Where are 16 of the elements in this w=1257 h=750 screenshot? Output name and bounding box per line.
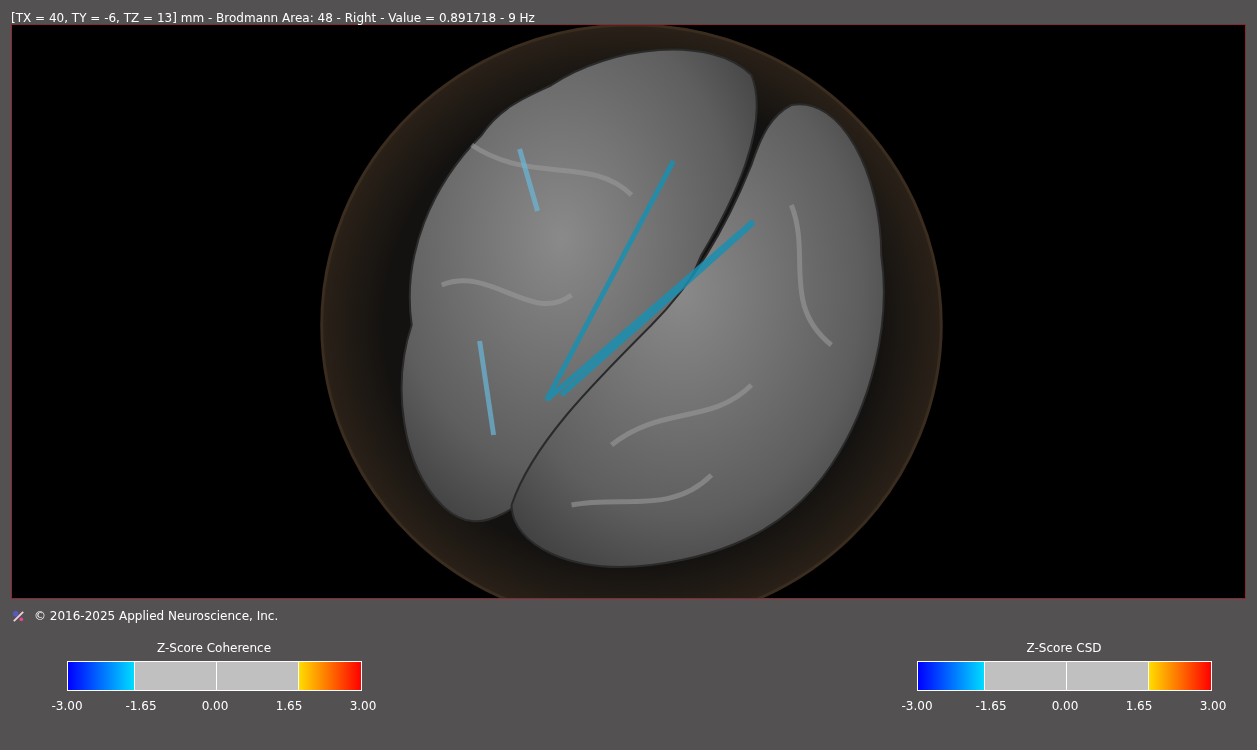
scale-tick-label: -1.65 (124, 699, 158, 713)
wand-icon (11, 608, 26, 624)
scale-tick-label: 1.65 (1124, 699, 1154, 713)
scale-tick-label: 3.00 (1198, 699, 1228, 713)
scale-tick-label: 3.00 (348, 699, 378, 713)
scale-tick-label: 1.65 (274, 699, 304, 713)
coordinate-readout: [TX = 40, TY = -6, TZ = 13] mm - Brodmann Area: 48 - Right - Value = 0.891718 - 9 Hz (10, 10, 536, 24)
3d-viewport[interactable] (11, 24, 1246, 599)
scale-tick-label: 0.00 (1050, 699, 1080, 713)
scale-tick-label: -1.65 (974, 699, 1008, 713)
scale-tick-label: -3.00 (50, 699, 84, 713)
copyright-text: © 2016-2025 Applied Neuroscience, Inc. (34, 609, 279, 623)
colorbar-title: Z-Score CSD (1026, 641, 1102, 657)
scale-tick-label: 0.00 (200, 699, 230, 713)
scale-tick-label: -3.00 (900, 699, 934, 713)
colorbar-title: Z-Score Coherence (156, 641, 272, 657)
